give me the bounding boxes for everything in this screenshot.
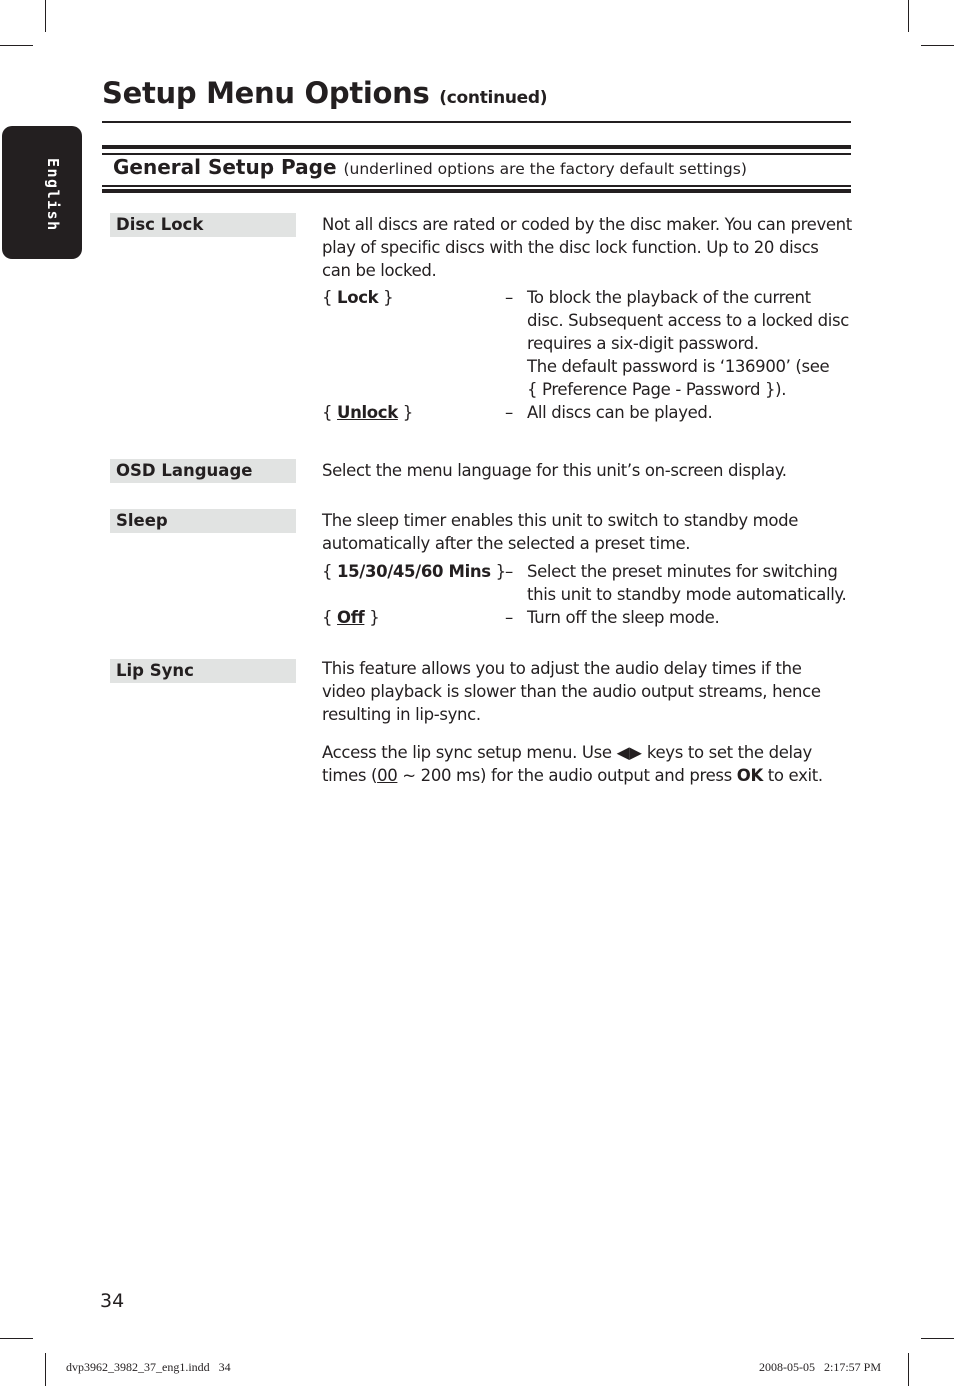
option-off-default: { Off }	[322, 606, 380, 629]
item-label-text: Sleep	[116, 511, 168, 530]
item-label-text: Disc Lock	[116, 215, 204, 234]
lip-sync-description: This feature allows you to adjust the au…	[322, 659, 821, 724]
text: to exit.	[762, 766, 823, 785]
option-unlock-desc: All discs can be played.	[527, 403, 713, 422]
crop-mark	[908, 0, 909, 32]
option-lock-desc: To block the playback of the current dis…	[527, 286, 849, 401]
option-off-desc: Turn off the sleep mode.	[527, 608, 720, 627]
brace-open: {	[322, 562, 338, 581]
disc-lock-description: Not all discs are rated or coded by the …	[322, 215, 852, 280]
brace-close: }	[397, 403, 414, 422]
brace-open: {	[322, 403, 338, 422]
language-tab	[2, 126, 82, 259]
page-title-main: Setup Menu Options	[102, 76, 430, 110]
left-right-arrow-keys-icon: ◀▶	[616, 743, 642, 762]
item-label-osd-language: OSD Language	[110, 459, 296, 483]
brace-open: {	[322, 608, 338, 627]
option-name: Unlock	[337, 403, 398, 422]
desc-line: To block the playback of the current dis…	[527, 288, 849, 353]
item-label-sleep: Sleep	[110, 509, 296, 533]
brace-close: }	[490, 562, 507, 581]
crop-mark	[45, 0, 46, 32]
default-delay-value: 00	[377, 766, 398, 785]
item-label-text: Lip Sync	[116, 661, 194, 680]
option-sleep-minutes: { 15/30/45/60 Mins }	[322, 560, 506, 583]
brace-open: {	[322, 288, 338, 307]
option-sleep-minutes-desc: Select the preset minutes for switching …	[527, 562, 847, 604]
footer-file: dvp3962_3982_37_eng1.indd 34	[66, 1360, 231, 1374]
section-title: General Setup Page (underlined options a…	[113, 155, 747, 179]
crop-mark	[908, 1353, 909, 1386]
option-unlock-default: { Unlock }	[322, 401, 413, 424]
page-title: Setup Menu Options (continued)	[102, 76, 548, 110]
crop-mark	[0, 1338, 33, 1339]
language-tab-label: English	[44, 158, 62, 232]
brace-close: }	[378, 288, 394, 307]
dash: –	[505, 288, 514, 307]
text: Access the lip sync setup menu. Use	[322, 743, 617, 762]
section-rule-bottom-thick	[102, 189, 851, 193]
option-name: Off	[337, 608, 365, 627]
section-note: (underlined options are the factory defa…	[343, 160, 747, 178]
section-rule-top-thick	[102, 145, 851, 149]
footer-timestamp: 2008-05-05 2:17:57 PM	[759, 1360, 882, 1374]
ok-key: OK	[736, 766, 763, 785]
option-lock: { Lock }	[322, 286, 394, 309]
dash: –	[505, 608, 514, 627]
item-label-lip-sync: Lip Sync	[110, 659, 296, 683]
page-title-suffix: (continued)	[439, 88, 548, 108]
text: ~ 200 ms) for the audio output and press	[397, 766, 737, 785]
dash: –	[505, 403, 514, 422]
dash: –	[505, 562, 514, 581]
crop-mark	[45, 1353, 46, 1386]
crop-mark	[0, 45, 33, 46]
section-rule-bottom-thin	[102, 185, 851, 187]
option-name: 15/30/45/60 Mins	[337, 562, 491, 581]
lip-sync-access: Access the lip sync setup menu. Use ◀▶ k…	[322, 741, 842, 787]
desc-line: The default password is ‘136900’ (see { …	[527, 357, 830, 399]
section-title-text: General Setup Page	[113, 155, 337, 179]
brace-close: }	[364, 608, 380, 627]
page-number: 34	[100, 1290, 125, 1312]
sleep-description: The sleep timer enables this unit to swi…	[322, 511, 799, 553]
item-label-text: OSD Language	[116, 461, 253, 480]
option-name: Lock	[337, 288, 379, 307]
title-rule	[102, 121, 851, 123]
osd-language-description: Select the menu language for this unit’s…	[322, 461, 787, 480]
crop-mark	[921, 45, 954, 46]
item-label-disc-lock: Disc Lock	[110, 213, 296, 237]
crop-mark	[921, 1338, 954, 1339]
